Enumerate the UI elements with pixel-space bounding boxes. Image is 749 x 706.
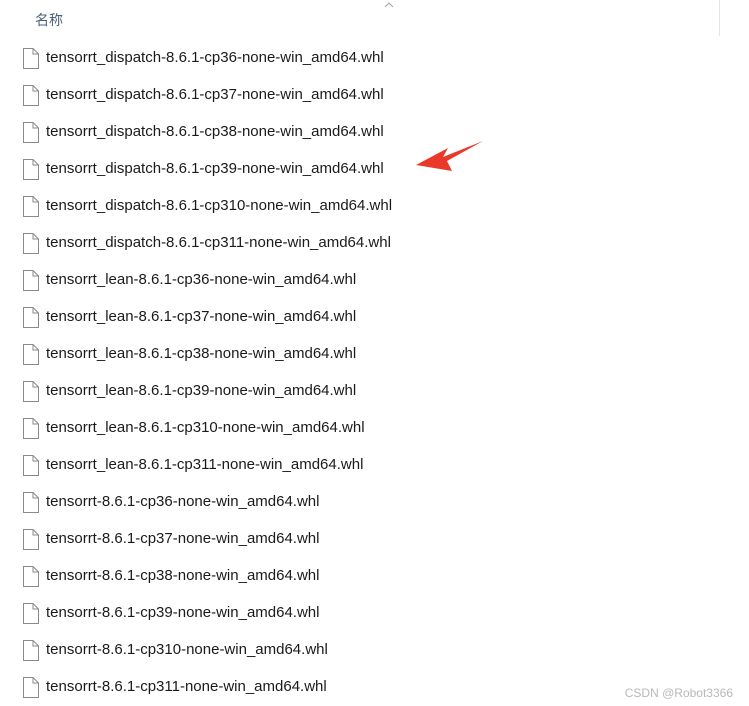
file-icon (23, 196, 39, 217)
file-name: tensorrt-8.6.1-cp36-none-win_amd64.whl (46, 493, 320, 510)
file-icon (23, 307, 39, 328)
file-icon (23, 381, 39, 402)
list-item[interactable]: tensorrt_lean-8.6.1-cp39-none-win_amd64.… (0, 373, 720, 410)
file-icon (23, 418, 39, 439)
file-name: tensorrt_lean-8.6.1-cp310-none-win_amd64… (46, 419, 365, 436)
list-item[interactable]: tensorrt_lean-8.6.1-cp38-none-win_amd64.… (0, 336, 720, 373)
file-icon (23, 122, 39, 143)
file-name: tensorrt_lean-8.6.1-cp311-none-win_amd64… (46, 456, 364, 473)
file-name: tensorrt_dispatch-8.6.1-cp37-none-win_am… (46, 86, 384, 103)
list-item[interactable]: tensorrt_dispatch-8.6.1-cp39-none-win_am… (0, 151, 720, 188)
list-item[interactable]: tensorrt-8.6.1-cp310-none-win_amd64.whl (0, 632, 720, 669)
file-name: tensorrt_lean-8.6.1-cp39-none-win_amd64.… (46, 382, 357, 399)
list-item[interactable]: tensorrt-8.6.1-cp36-none-win_amd64.whl (0, 484, 720, 521)
file-icon (23, 640, 39, 661)
file-icon (23, 529, 39, 550)
file-list: tensorrt_dispatch-8.6.1-cp36-none-win_am… (0, 40, 749, 706)
file-name: tensorrt_lean-8.6.1-cp38-none-win_amd64.… (46, 345, 357, 362)
list-item[interactable]: tensorrt_dispatch-8.6.1-cp36-none-win_am… (0, 40, 720, 77)
file-icon (23, 344, 39, 365)
list-item[interactable]: tensorrt_lean-8.6.1-cp310-none-win_amd64… (0, 410, 720, 447)
chevron-up-icon (384, 2, 394, 8)
file-icon (23, 270, 39, 291)
list-item[interactable]: tensorrt-8.6.1-cp37-none-win_amd64.whl (0, 521, 720, 558)
list-item[interactable]: tensorrt_dispatch-8.6.1-cp311-none-win_a… (0, 225, 720, 262)
file-icon (23, 233, 39, 254)
file-icon (23, 455, 39, 476)
file-name: tensorrt_dispatch-8.6.1-cp310-none-win_a… (46, 197, 393, 214)
list-item[interactable]: tensorrt_lean-8.6.1-cp311-none-win_amd64… (0, 447, 720, 484)
name-column-header[interactable]: 名称 (35, 10, 63, 30)
list-item[interactable]: tensorrt_lean-8.6.1-cp37-none-win_amd64.… (0, 299, 720, 336)
file-name: tensorrt-8.6.1-cp311-none-win_amd64.whl (46, 678, 327, 695)
list-item[interactable]: tensorrt_dispatch-8.6.1-cp37-none-win_am… (0, 77, 720, 114)
file-icon (23, 85, 39, 106)
file-icon (23, 603, 39, 624)
file-name: tensorrt-8.6.1-cp39-none-win_amd64.whl (46, 604, 320, 621)
file-name: tensorrt_dispatch-8.6.1-cp38-none-win_am… (46, 123, 384, 140)
file-explorer-window: 名称 tensorrt_dispatch-8.6.1-cp36-none-win… (0, 0, 749, 706)
file-name: tensorrt_dispatch-8.6.1-cp311-none-win_a… (46, 234, 391, 251)
column-divider[interactable] (719, 0, 720, 36)
file-icon (23, 566, 39, 587)
file-icon (23, 48, 39, 69)
watermark: CSDN @Robot3366 (624, 686, 733, 700)
column-header: 名称 (0, 0, 749, 36)
file-icon (23, 492, 39, 513)
file-name: tensorrt-8.6.1-cp38-none-win_amd64.whl (46, 567, 320, 584)
file-icon (23, 677, 39, 698)
file-name: tensorrt-8.6.1-cp37-none-win_amd64.whl (46, 530, 320, 547)
list-item[interactable]: tensorrt-8.6.1-cp38-none-win_amd64.whl (0, 558, 720, 595)
file-name: tensorrt_dispatch-8.6.1-cp39-none-win_am… (46, 160, 384, 177)
list-item[interactable]: tensorrt-8.6.1-cp311-none-win_amd64.whl (0, 669, 720, 706)
file-name: tensorrt-8.6.1-cp310-none-win_amd64.whl (46, 641, 328, 658)
list-item[interactable]: tensorrt_dispatch-8.6.1-cp310-none-win_a… (0, 188, 720, 225)
list-item[interactable]: tensorrt-8.6.1-cp39-none-win_amd64.whl (0, 595, 720, 632)
file-name: tensorrt_lean-8.6.1-cp36-none-win_amd64.… (46, 271, 357, 288)
list-item[interactable]: tensorrt_lean-8.6.1-cp36-none-win_amd64.… (0, 262, 720, 299)
file-name: tensorrt_dispatch-8.6.1-cp36-none-win_am… (46, 49, 384, 66)
file-icon (23, 159, 39, 180)
list-item[interactable]: tensorrt_dispatch-8.6.1-cp38-none-win_am… (0, 114, 720, 151)
file-name: tensorrt_lean-8.6.1-cp37-none-win_amd64.… (46, 308, 357, 325)
red-arrow-icon (416, 141, 483, 171)
